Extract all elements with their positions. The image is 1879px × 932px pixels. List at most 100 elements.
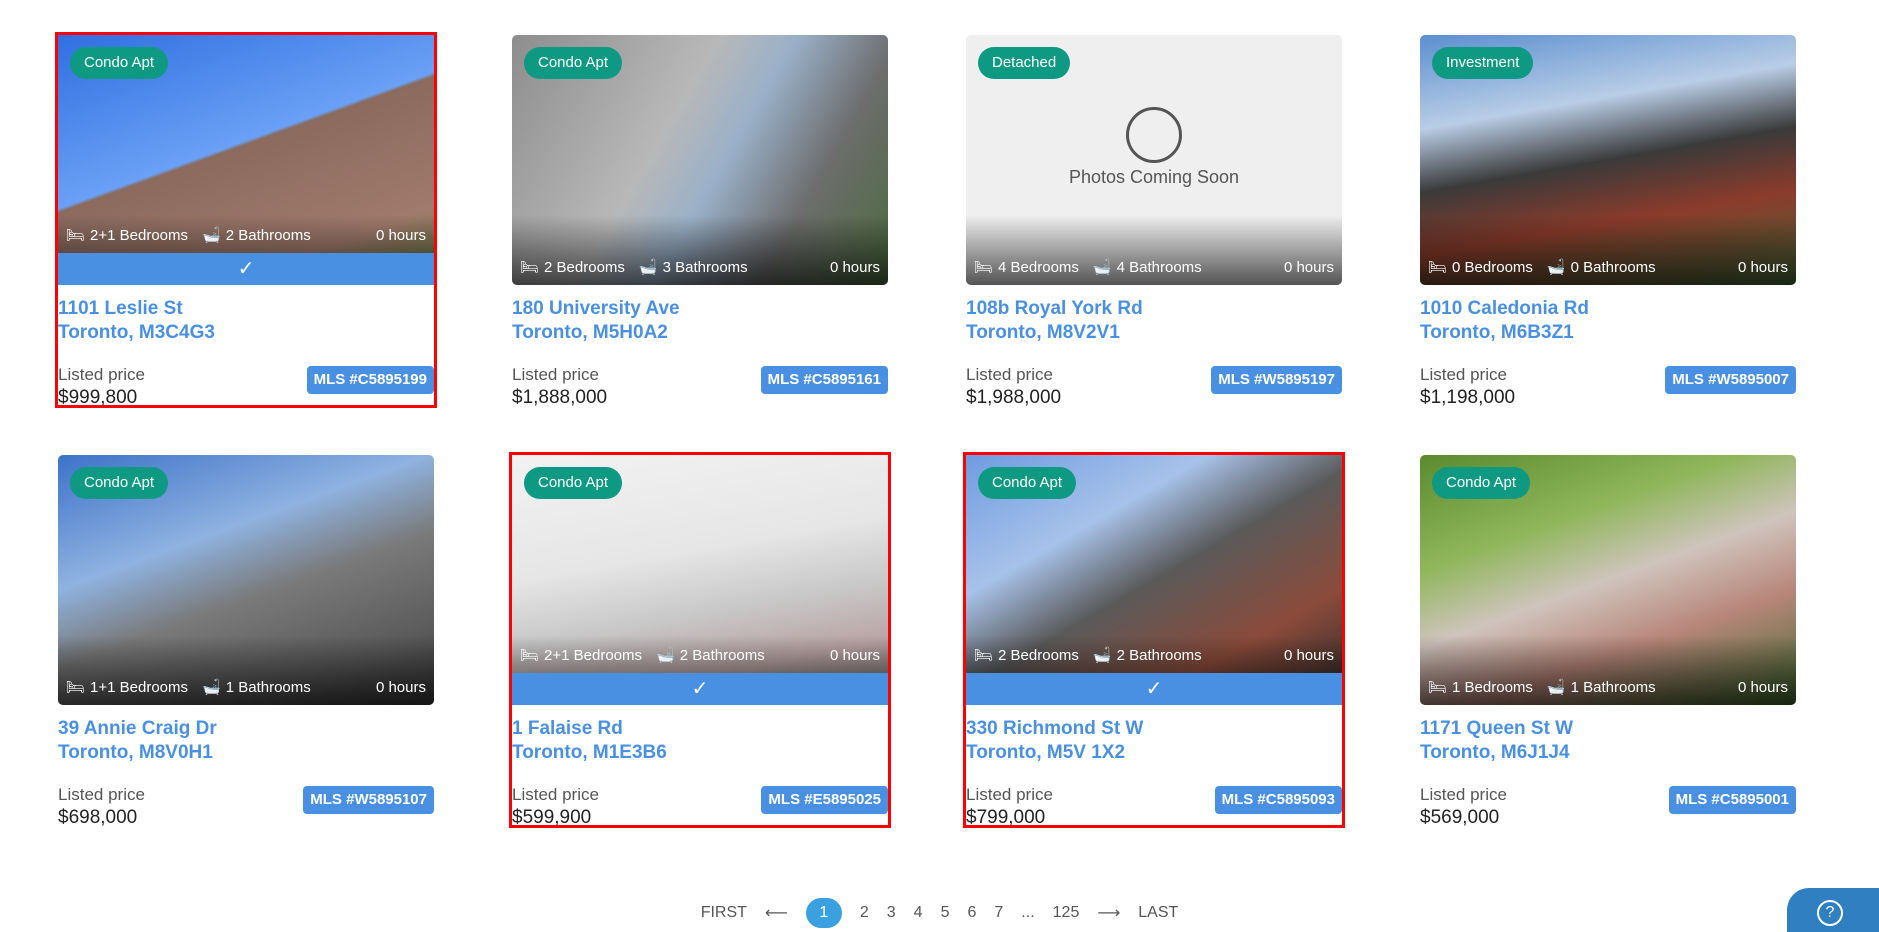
listing-photo[interactable]: Photos Coming Soon Detached 🛏 4 Bedrooms… [966, 35, 1342, 285]
listing-photo[interactable]: Condo Apt 🛏 1 Bedrooms 🛁 1 Bathrooms 0 h… [1420, 455, 1796, 705]
street: 1010 Caledonia Rd [1420, 298, 1589, 319]
listing-age: 0 hours [1737, 678, 1788, 696]
mls-badge: MLS #C5895093 [1214, 786, 1342, 814]
page-ellipsis: ... [1021, 904, 1035, 921]
property-type-badge: Condo Apt [1432, 467, 1531, 499]
listing-photo[interactable]: Condo Apt 🛏 2 Bedrooms 🛁 3 Bathrooms 0 h… [512, 35, 888, 285]
listing-age: 0 hours [829, 258, 880, 276]
page-125[interactable]: 125 [1053, 904, 1080, 922]
price: $799,000 [966, 807, 1046, 828]
listing-address[interactable]: 330 Richmond St W Toronto, M5V 1X2 [966, 717, 1143, 765]
price: $999,800 [58, 387, 138, 408]
price: $569,000 [1420, 807, 1500, 828]
listing-card[interactable]: Condo Apt 🛏 1+1 Bedrooms 🛁 1 Bathrooms 0… [58, 455, 434, 828]
page-7[interactable]: 7 [994, 904, 1003, 922]
page-5[interactable]: 5 [941, 904, 950, 922]
property-type-badge: Condo Apt [524, 47, 623, 79]
bathrooms: 2 Bathrooms [225, 226, 311, 244]
listing-card[interactable]: Condo Apt 🛏 1 Bedrooms 🛁 1 Bathrooms 0 h… [1420, 455, 1796, 828]
bathrooms: 3 Bathrooms [662, 258, 748, 276]
listing-age: 0 hours [1737, 258, 1788, 276]
listing-photo[interactable]: Condo Apt 🛏 2 Bedrooms 🛁 2 Bathrooms 0 h… [966, 455, 1342, 705]
listing-features: 🛏 2 Bedrooms 🛁 2 Bathrooms 0 hours [974, 645, 1334, 665]
mls-badge: MLS #W5895197 [1211, 366, 1342, 394]
listing-grid: Condo Apt 🛏 2+1 Bedrooms 🛁 2 Bathrooms 0… [0, 0, 1879, 860]
bed-icon: 🛏 [520, 647, 540, 664]
bath-icon: 🛁 [202, 679, 221, 696]
listing-photo[interactable]: Condo Apt 🛏 2+1 Bedrooms 🛁 2 Bathrooms 0… [58, 35, 434, 285]
bedrooms: 4 Bedrooms [998, 258, 1079, 276]
listing-card[interactable]: Condo Apt 🛏 2+1 Bedrooms 🛁 2 Bathrooms 0… [55, 32, 437, 408]
selected-check-icon[interactable]: ✓ [58, 253, 434, 285]
pagination: FIRST ⟵ 1 2 3 4 5 6 7 ... 125 ⟶ LAST [0, 898, 1879, 928]
street: 330 Richmond St W [966, 718, 1144, 739]
bedrooms: 2+1 Bedrooms [90, 226, 189, 244]
listing-address[interactable]: 1 Falaise Rd Toronto, M1E3B6 [512, 717, 667, 765]
page-2[interactable]: 2 [860, 904, 869, 922]
prev-arrow-icon[interactable]: ⟵ [765, 903, 788, 923]
price-label: Listed price [512, 785, 599, 804]
listing-card[interactable]: Investment 🛏 0 Bedrooms 🛁 0 Bathrooms 0 … [1420, 35, 1796, 408]
listing-address[interactable]: 180 University Ave Toronto, M5H0A2 [512, 297, 680, 345]
page-4[interactable]: 4 [914, 904, 923, 922]
price-label: Listed price [58, 365, 145, 384]
page-1[interactable]: 1 [805, 898, 842, 928]
first-page-link[interactable]: FIRST [701, 904, 747, 922]
no-camera-icon [1126, 107, 1182, 163]
selected-check-icon[interactable]: ✓ [966, 673, 1342, 705]
street: 39 Annie Craig Dr [58, 718, 217, 739]
bath-icon: 🛁 [1092, 647, 1112, 664]
listing-address[interactable]: 1101 Leslie St Toronto, M3C4G3 [58, 297, 215, 345]
listing-features: 🛏 0 Bedrooms 🛁 0 Bathrooms 0 hours [1428, 257, 1788, 277]
price: $1,888,000 [512, 387, 608, 408]
price-label: Listed price [58, 785, 145, 804]
street: 180 University Ave [512, 298, 680, 319]
page-3[interactable]: 3 [887, 904, 896, 922]
listing-address[interactable]: 1010 Caledonia Rd Toronto, M6B3Z1 [1420, 297, 1589, 345]
listing-photo[interactable]: Condo Apt 🛏 2+1 Bedrooms 🛁 2 Bathrooms 0… [512, 455, 888, 705]
bed-icon: 🛏 [974, 259, 994, 276]
listing-card[interactable]: Condo Apt 🛏 2+1 Bedrooms 🛁 2 Bathrooms 0… [509, 452, 891, 828]
bedrooms: 0 Bedrooms [1452, 258, 1533, 276]
mls-badge: MLS #C5895199 [306, 366, 434, 394]
city: Toronto, M8V0H1 [58, 742, 213, 763]
listing-features: 🛏 2 Bedrooms 🛁 3 Bathrooms 0 hours [520, 257, 880, 277]
listing-photo[interactable]: Investment 🛏 0 Bedrooms 🛁 0 Bathrooms 0 … [1420, 35, 1796, 285]
property-type-badge: Detached [978, 47, 1071, 79]
mls-badge: MLS #W5895107 [303, 786, 434, 814]
price-label: Listed price [1420, 365, 1507, 384]
listing-card[interactable]: Condo Apt 🛏 2 Bedrooms 🛁 2 Bathrooms 0 h… [963, 452, 1345, 828]
listing-photo[interactable]: Condo Apt 🛏 1+1 Bedrooms 🛁 1 Bathrooms 0… [58, 455, 434, 705]
page-6[interactable]: 6 [967, 904, 976, 922]
listing-age: 0 hours [375, 678, 426, 696]
listing-address[interactable]: 108b Royal York Rd Toronto, M8V2V1 [966, 297, 1143, 345]
city: Toronto, M8V2V1 [966, 322, 1120, 343]
bedrooms: 2+1 Bedrooms [544, 646, 643, 664]
listing-age: 0 hours [375, 226, 426, 244]
bath-icon: 🛁 [1546, 259, 1566, 276]
next-arrow-icon[interactable]: ⟶ [1097, 903, 1120, 923]
bed-icon: 🛏 [520, 259, 540, 276]
help-button[interactable]: ? [1787, 888, 1879, 932]
bed-icon: 🛏 [1428, 259, 1448, 276]
listing-age: 0 hours [829, 646, 880, 664]
bath-icon: 🛁 [202, 227, 221, 244]
listing-card[interactable]: Condo Apt 🛏 2 Bedrooms 🛁 3 Bathrooms 0 h… [512, 35, 888, 408]
mls-badge: MLS #C5895001 [1668, 786, 1796, 814]
last-page-link[interactable]: LAST [1138, 904, 1178, 922]
property-type-badge: Condo Apt [524, 467, 623, 499]
bed-icon: 🛏 [974, 647, 994, 664]
selected-check-icon[interactable]: ✓ [512, 673, 888, 705]
price-label: Listed price [1420, 785, 1507, 804]
property-type-badge: Condo Apt [70, 47, 169, 79]
listing-address[interactable]: 1171 Queen St W Toronto, M6J1J4 [1420, 717, 1573, 765]
street: 1101 Leslie St [58, 298, 183, 319]
mls-badge: MLS #W5895007 [1665, 366, 1796, 394]
listing-features: 🛏 1+1 Bedrooms 🛁 1 Bathrooms 0 hours [66, 677, 426, 697]
city: Toronto, M1E3B6 [512, 742, 667, 763]
city: Toronto, M5H0A2 [512, 322, 668, 343]
listing-card[interactable]: Photos Coming Soon Detached 🛏 4 Bedrooms… [966, 35, 1342, 408]
price-label: Listed price [966, 785, 1053, 804]
price: $1,988,000 [966, 387, 1062, 408]
listing-address[interactable]: 39 Annie Craig Dr Toronto, M8V0H1 [58, 717, 217, 765]
